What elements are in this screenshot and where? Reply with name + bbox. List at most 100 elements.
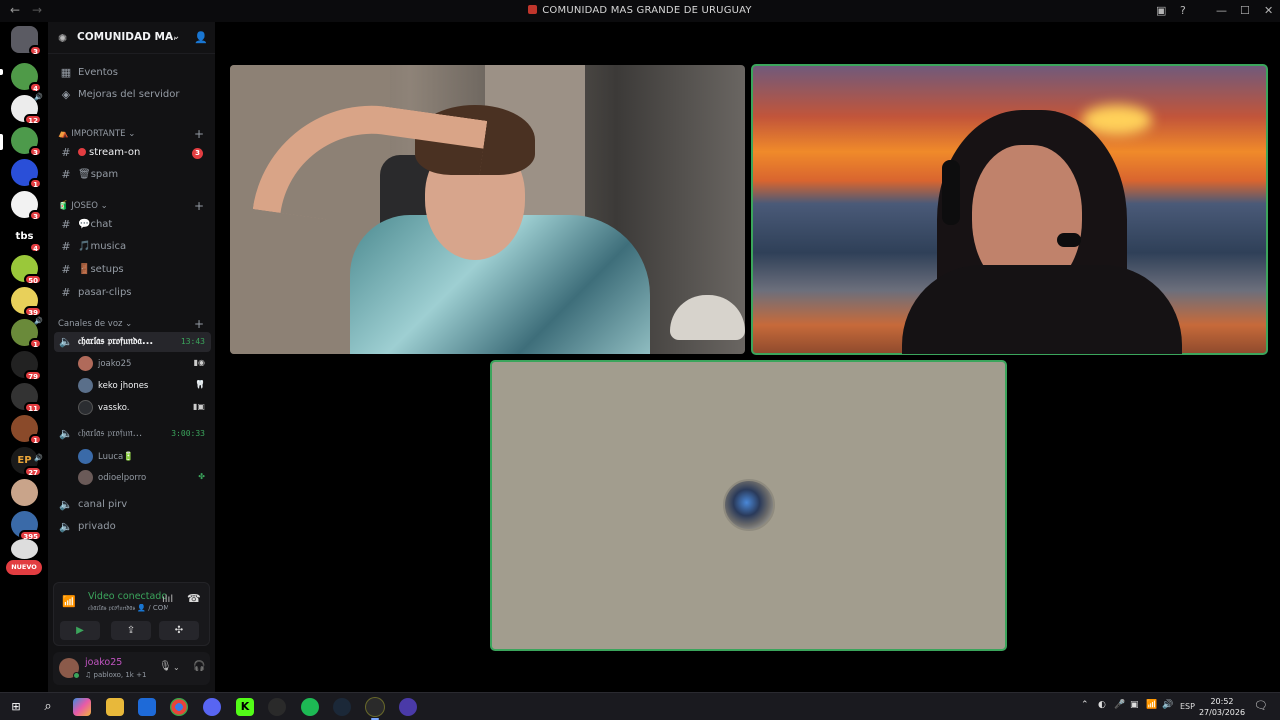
voice-user-vassko[interactable]: vassko. ▮▣ [76, 398, 211, 418]
voice-channel-canal-pirv[interactable]: 🔈 canal pirv [54, 495, 211, 515]
start-icon[interactable]: ⊞ [7, 698, 25, 716]
clock[interactable]: 20:52 27/03/2026 [1196, 696, 1248, 718]
close-button[interactable]: ✕ [1264, 4, 1273, 17]
live-dot-icon [78, 148, 86, 156]
obs-icon[interactable] [268, 698, 286, 716]
connection-status[interactable]: Video conectado [88, 591, 167, 602]
chevron-down-icon[interactable]: ⌄ [173, 663, 180, 672]
copilot-icon[interactable] [73, 698, 91, 716]
voice-user-keko[interactable]: keko jhones 🦷 [76, 376, 211, 396]
server-icon[interactable]: 11 [11, 383, 42, 413]
nav-boosts[interactable]: ◈ Mejoras del servidor [54, 85, 211, 105]
noise-suppression-icon[interactable]: ılıl [162, 594, 173, 605]
server-icon[interactable]: 39 [11, 287, 42, 317]
video-sun [1082, 105, 1152, 135]
category-voice[interactable]: Canales de voz ⌄ + [58, 317, 204, 331]
guild-header[interactable]: ✺ COMUNIDAD MA... ⌄ 👤 [48, 22, 215, 54]
server-icon[interactable]: 4 [11, 63, 42, 93]
chrome-icon[interactable] [170, 698, 188, 716]
headphones-icon[interactable]: 🎧 [193, 661, 205, 672]
server-icon[interactable]: tbs 4 [11, 223, 42, 253]
voice-tile[interactable] [490, 360, 1007, 651]
video-tile[interactable] [230, 65, 745, 354]
microphone-icon[interactable]: 🎙 [159, 661, 172, 672]
channel-label: pasar-clips [78, 287, 132, 298]
help-icon[interactable]: ? [1180, 4, 1186, 17]
signal-icon[interactable]: 📶 [62, 595, 76, 608]
app-icon[interactable] [366, 698, 384, 720]
server-icon[interactable]: 79 [11, 351, 42, 381]
tray-icon[interactable]: ▣ [1130, 700, 1139, 710]
tooth-icon: 🦷 [195, 380, 205, 389]
server-icon[interactable]: 🔊 12 [11, 93, 43, 125]
add-channel-icon[interactable]: + [194, 127, 204, 141]
add-channel-icon[interactable]: + [194, 199, 204, 213]
microphone-icon[interactable]: 🎤 [1114, 700, 1125, 710]
channel-stream-on[interactable]: # stream-on 3 [54, 143, 211, 163]
new-badge[interactable]: NUEVO [6, 560, 42, 575]
video-tile[interactable] [751, 64, 1268, 355]
server-icon[interactable] [11, 539, 38, 559]
server-icon[interactable]: 1 [11, 159, 42, 189]
user-name[interactable]: joako25 [85, 657, 122, 668]
mention-badge: 3 [29, 210, 42, 221]
server-icon[interactable]: 50 [11, 255, 42, 285]
category-importante[interactable]: ⛺ IMPORTANTE ⌄ + [58, 127, 204, 141]
wifi-icon[interactable]: 📶 [1146, 700, 1157, 710]
server-icon[interactable]: 3 [11, 191, 42, 221]
maximize-button[interactable]: ☐ [1240, 4, 1250, 17]
avatar [78, 378, 93, 393]
connection-channel[interactable]: 𝔠𝔥𝔞𝔯𝔩𝔞𝔰 𝔭𝔯𝔬𝔣𝔲𝔫𝔡𝔞𝔰 👤 / COM... [88, 604, 168, 613]
chevron-up-icon[interactable]: ⌃ [1081, 700, 1089, 710]
channel-musica[interactable]: # 🎵musica [54, 237, 211, 257]
channel-setups[interactable]: # 🚪setups [54, 260, 211, 280]
spotify-icon[interactable] [301, 698, 319, 716]
voice-user-name: Luuca🔋 [98, 452, 134, 462]
notifications-icon[interactable]: 🗨 [1254, 699, 1268, 712]
screen-share-button[interactable]: ⇪ [111, 621, 151, 640]
speech-bubble-icon: 💬 [78, 219, 91, 230]
language-indicator[interactable]: ESP [1180, 702, 1195, 711]
inbox-icon[interactable]: ▣ [1156, 4, 1166, 17]
category-icon: 🧃 [58, 201, 69, 211]
voice-user-odioelporro[interactable]: odioelporro ✤ [76, 468, 211, 488]
category-label: JOSEO [71, 201, 98, 211]
server-small-icon [528, 5, 538, 14]
nav-events[interactable]: ▦ Eventos [54, 63, 211, 83]
add-channel-icon[interactable]: + [194, 317, 204, 331]
server-icon[interactable]: 1 [11, 415, 42, 445]
disconnect-icon[interactable]: ☎ [187, 592, 201, 605]
category-joseo[interactable]: 🧃 JOSEO ⌄ + [58, 199, 204, 213]
channel-pasar-clips[interactable]: # pasar-clips [54, 283, 211, 303]
steam-icon[interactable] [333, 698, 351, 716]
file-explorer-icon[interactable] [106, 698, 124, 716]
selected-pill [0, 134, 3, 150]
voice-user-joako25[interactable]: joako25 ▮◉ [76, 354, 211, 374]
mention-badge: 79 [24, 370, 42, 381]
server-icon[interactable]: 🔊 1 [11, 317, 43, 349]
channel-chat[interactable]: # 💬chat [54, 215, 211, 235]
add-member-icon[interactable]: 👤 [194, 31, 208, 44]
discord-icon[interactable] [203, 698, 221, 716]
mention-badge: 3 [29, 45, 42, 56]
camera-button[interactable]: ▶ [60, 621, 100, 640]
volume-icon[interactable]: 🔊 [1162, 700, 1173, 710]
activities-button[interactable]: ✣ [159, 621, 199, 640]
kick-icon[interactable]: K [236, 698, 254, 716]
avatar [78, 449, 93, 464]
voice-user-luuca[interactable]: Luuca🔋 [76, 447, 211, 467]
direct-messages-button[interactable]: 3 [11, 26, 42, 56]
channel-spam[interactable]: # 🗑spam [54, 165, 211, 185]
server-icon[interactable]: 395 [11, 511, 42, 541]
app-icon[interactable] [399, 698, 417, 716]
store-icon[interactable] [138, 698, 156, 716]
voice-channel-charlas-2[interactable]: 🔈 𝔠𝔥𝔞𝔯𝔩𝔞𝔰 𝔭𝔯𝔬𝔣𝔲𝔫... 3:00:33 [54, 424, 211, 444]
server-icon[interactable]: 3 [11, 127, 42, 157]
server-icon[interactable]: EP 🔊 27 [11, 447, 43, 477]
voice-channel-charlas-1[interactable]: 🔈 𝔠𝔥𝔞𝔯𝔩𝔞𝔰 𝔭𝔯𝔬𝔣𝔲𝔫𝔡𝔞... 13:43 [54, 332, 211, 352]
voice-channel-privado[interactable]: 🔈 privado [54, 517, 211, 537]
tray-icon[interactable]: ◐ [1098, 700, 1106, 710]
server-icon[interactable] [11, 479, 38, 506]
search-icon[interactable]: ⌕ [39, 698, 57, 716]
minimize-button[interactable]: — [1216, 4, 1227, 17]
